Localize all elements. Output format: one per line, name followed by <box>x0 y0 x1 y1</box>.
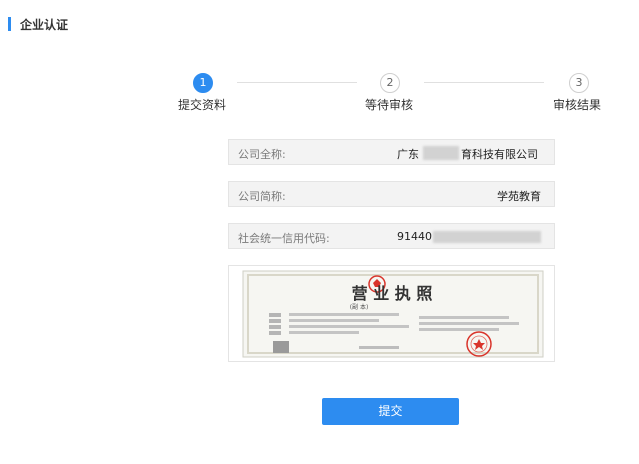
credit-code-label: 社会统一信用代码: <box>238 232 330 245</box>
step-2-circle: 2 <box>380 73 400 93</box>
company-short-name-label: 公司简称: <box>238 190 286 203</box>
company-full-name-prefix: 广东 <box>397 148 419 161</box>
business-license-image[interactable]: 营 业 执 照 (副 本) <box>228 265 555 362</box>
redaction-mask <box>433 231 541 243</box>
redaction-mask <box>423 146 459 160</box>
company-full-name-suffix: 育科技有限公司 <box>461 148 538 161</box>
page-title-text: 企业认证 <box>20 17 69 32</box>
step-connector-2 <box>424 82 544 83</box>
step-2-label: 等待审核 <box>365 98 414 112</box>
license-scan: 营 业 执 照 (副 本) <box>242 270 544 358</box>
company-full-name-label: 公司全称: <box>238 148 286 161</box>
company-short-name-field[interactable]: 公司简称: 学苑教育 <box>228 181 555 207</box>
company-short-name-value: 学苑教育 <box>497 190 541 203</box>
title-accent-bar <box>8 17 11 31</box>
step-connector-1 <box>237 82 357 83</box>
credit-code-prefix: 91440 <box>397 230 432 243</box>
submit-button[interactable]: 提交 <box>322 398 459 425</box>
step-1-circle: 1 <box>193 73 213 93</box>
credit-code-field[interactable]: 社会统一信用代码: 91440 <box>228 223 555 249</box>
step-1-label: 提交资料 <box>178 98 227 112</box>
page-title: 企业认证 <box>8 16 68 32</box>
step-3-circle: 3 <box>569 73 589 93</box>
license-subtitle: (副 本) <box>350 303 369 311</box>
company-full-name-field[interactable]: 公司全称: 广东 育科技有限公司 <box>228 139 555 165</box>
qr-code-icon <box>273 341 289 353</box>
license-title: 营 业 执 照 <box>352 284 433 303</box>
step-3-label: 审核结果 <box>553 98 602 112</box>
